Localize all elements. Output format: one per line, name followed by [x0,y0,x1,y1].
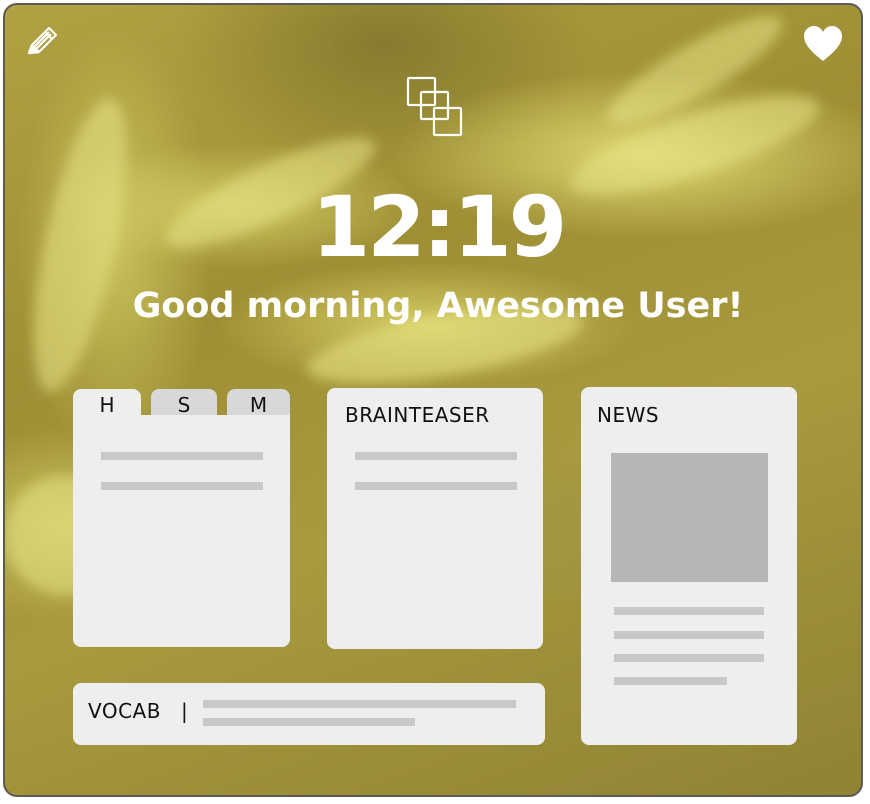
placeholder-line [203,718,415,726]
heart-icon[interactable] [803,25,843,65]
clock-time: 12:19 [311,178,567,276]
placeholder-line [355,452,517,460]
brainteaser-widget[interactable] [327,388,543,649]
placeholder-line [614,677,727,685]
brainteaser-title: BRAINTEASER [345,403,490,427]
tabbed-widget-body [73,415,290,647]
placeholder-line [203,700,516,708]
new-tab-dashboard: 12:19 Good morning, Awesome User! H S M … [3,3,863,797]
placeholder-line [614,631,764,639]
placeholder-line [101,482,263,490]
vocab-separator: | [181,699,189,723]
placeholder-line [355,482,517,490]
stacked-squares-icon [403,75,467,145]
news-image-placeholder [611,453,768,582]
greeting-text: Good morning, Awesome User! [132,286,744,326]
placeholder-line [101,452,263,460]
news-title: NEWS [597,403,660,427]
pencil-icon[interactable] [21,23,61,63]
placeholder-line [614,607,764,615]
vocab-label: VOCAB [88,699,161,723]
placeholder-line [614,654,764,662]
